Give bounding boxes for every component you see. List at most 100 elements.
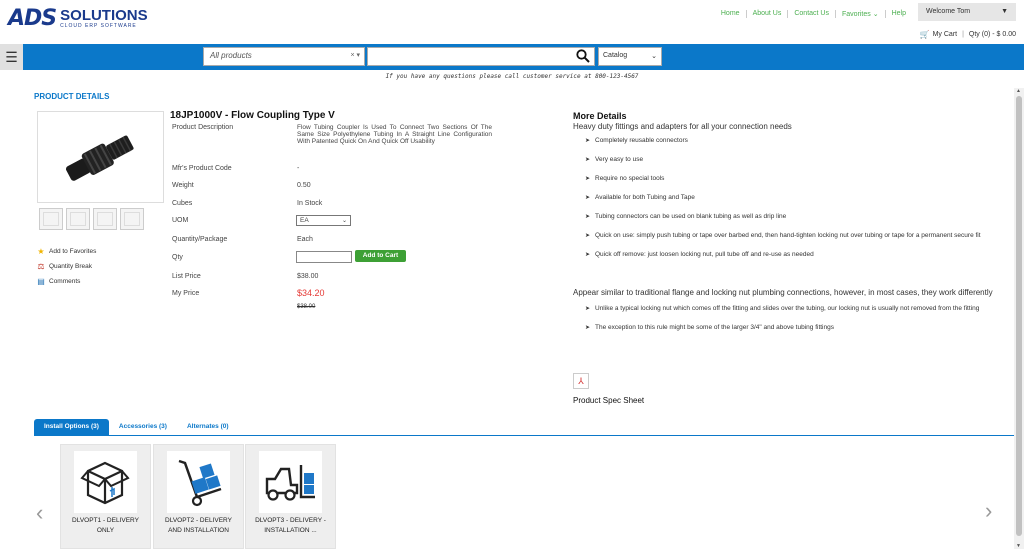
comments-link[interactable]: ▤ Comments bbox=[36, 277, 96, 286]
more-details-subtitle: Heavy duty fittings and adapters for all… bbox=[573, 122, 792, 131]
cart-summary[interactable]: 🛒 My Cart | Qty (0) - $ 0.00 bbox=[920, 30, 1016, 39]
qty-per-package-value: Each bbox=[297, 236, 313, 243]
uom-select[interactable]: EA ⌄ bbox=[296, 215, 351, 226]
chevron-down-icon: ⌄ bbox=[341, 218, 347, 224]
list-item: Tubing connectors can be used on blank t… bbox=[585, 213, 1013, 221]
search-bar: ☰ All products × ▾ Catalog ⌄ bbox=[0, 44, 1024, 70]
logo-tagline: CLOUD ERP SOFTWARE bbox=[60, 23, 137, 29]
thumbnail-strip bbox=[39, 208, 147, 230]
thumbnail-2[interactable] bbox=[66, 208, 90, 230]
nav-favorites-menu[interactable]: Favorites ⌄ bbox=[834, 10, 885, 18]
list-price-label: List Price bbox=[172, 273, 201, 280]
tab-install-options[interactable]: Install Options (3) bbox=[34, 419, 109, 435]
coupling-image bbox=[65, 135, 134, 181]
list-item: Completely reusable connectors bbox=[585, 137, 1013, 145]
hamburger-menu-icon[interactable]: ☰ bbox=[0, 44, 23, 70]
caret-down-icon: ▼ bbox=[1001, 8, 1008, 15]
list-price-value: $38.00 bbox=[297, 273, 319, 280]
scrollbar-thumb[interactable] bbox=[1016, 96, 1022, 536]
pdf-icon[interactable]: ⅄ bbox=[573, 373, 589, 389]
price-tag-icon: ⚖ bbox=[37, 262, 45, 271]
list-item: Require no special tools bbox=[585, 175, 1013, 183]
more-details-subtitle-2: Appear similar to traditional flange and… bbox=[573, 288, 993, 297]
company-logo[interactable]: ADS SOLUTIONS CLOUD ERP SOFTWARE bbox=[8, 8, 148, 30]
thumbnail-4[interactable] bbox=[120, 208, 144, 230]
qty-label: Qty bbox=[172, 254, 183, 261]
scroll-down-icon[interactable]: ▼ bbox=[1016, 543, 1021, 549]
search-icon[interactable] bbox=[576, 49, 590, 66]
clear-and-dropdown-icon[interactable]: × ▾ bbox=[350, 51, 360, 59]
stock-status: In Stock bbox=[297, 200, 323, 207]
comment-icon: ▤ bbox=[37, 277, 45, 286]
list-item: Available for both Tubing and Tape bbox=[585, 194, 1013, 202]
nav-contact-link[interactable]: Contact Us bbox=[787, 10, 835, 18]
list-item: Quick off remove: just loosen locking nu… bbox=[585, 251, 1013, 259]
more-details: More Details Heavy duty fittings and ada… bbox=[573, 111, 1013, 270]
install-option-card[interactable]: DLVOPT3 - DELIVERY - INSTALLATION ... bbox=[245, 444, 336, 549]
star-icon: ★ bbox=[37, 247, 45, 256]
logo-mark: ADS bbox=[8, 6, 57, 31]
logo-name: SOLUTIONS bbox=[60, 7, 148, 24]
cart-icon: 🛒 bbox=[919, 30, 930, 39]
thumbnail-3[interactable] bbox=[93, 208, 117, 230]
catalog-value: Catalog bbox=[603, 52, 628, 59]
cart-label[interactable]: My Cart bbox=[933, 31, 958, 38]
list-item: Very easy to use bbox=[585, 156, 1013, 164]
nav-help-link[interactable]: Help bbox=[884, 10, 912, 18]
search-input[interactable] bbox=[367, 47, 595, 66]
more-details-secondary: Appear similar to traditional flange and… bbox=[573, 288, 1013, 343]
cubes-label: Cubes bbox=[172, 200, 193, 207]
nav-about-link[interactable]: About Us bbox=[745, 10, 788, 18]
tab-accessories[interactable]: Accessories (3) bbox=[109, 419, 177, 435]
my-price-value: $34.20 bbox=[297, 288, 325, 298]
option-caption: DLVOPT2 - DELIVERY AND INSTALLATION bbox=[165, 517, 232, 534]
original-price: $38.00 bbox=[297, 304, 316, 310]
add-to-favorites-link[interactable]: ★ Add to Favorites bbox=[36, 247, 96, 256]
carousel-prev-icon[interactable]: ‹ bbox=[36, 500, 43, 526]
quantity-break-link[interactable]: ⚖ Quantity Break bbox=[36, 262, 96, 271]
option-caption: DLVOPT1 - DELIVERY ONLY bbox=[72, 517, 139, 534]
my-price-label: My Price bbox=[172, 290, 200, 297]
hand-truck-icon bbox=[167, 451, 230, 513]
nav-home-link[interactable]: Home bbox=[715, 10, 746, 18]
product-filter-select[interactable]: All products × ▾ bbox=[203, 47, 365, 66]
cart-qty: Qty (0) - $ 0.00 bbox=[968, 31, 1016, 38]
product-spec-sheet-link[interactable]: Product Spec Sheet bbox=[573, 396, 644, 405]
weight-value: 0.50 bbox=[297, 182, 311, 189]
catalog-select[interactable]: Catalog ⌄ bbox=[598, 47, 662, 66]
product-side-links: ★ Add to Favorites ⚖ Quantity Break ▤ Comme… bbox=[36, 247, 96, 292]
add-to-cart-button[interactable]: Add to Cart bbox=[355, 250, 406, 262]
customer-service-notice: If you have any questions please call cu… bbox=[385, 73, 639, 80]
tab-alternates[interactable]: Alternates (0) bbox=[177, 419, 239, 435]
install-option-card[interactable]: DLVOPT1 - DELIVERY ONLY bbox=[60, 444, 151, 549]
mfr-code-label: Mfr's Product Code bbox=[172, 165, 232, 172]
options-tabs: Install Options (3) Accessories (3) Alte… bbox=[34, 419, 1017, 436]
list-item: Unlike a typical locking nut which comes… bbox=[585, 305, 1013, 313]
product-name: 18JP1000V - Flow Coupling Type V bbox=[170, 110, 335, 121]
qty-per-package-label: Quantity/Package bbox=[172, 236, 228, 243]
weight-label: Weight bbox=[172, 182, 194, 189]
thumbnail-1[interactable] bbox=[39, 208, 63, 230]
qty-input[interactable] bbox=[296, 251, 352, 263]
list-item: Quick on use: simply push tubing or tape… bbox=[585, 232, 1013, 240]
box-icon bbox=[74, 451, 137, 513]
chevron-down-icon: ⌄ bbox=[651, 53, 657, 60]
uom-label: UOM bbox=[172, 217, 189, 224]
top-navigation: Home About Us Contact Us Favorites ⌄ Hel… bbox=[715, 10, 912, 18]
carousel-next-icon[interactable]: › bbox=[985, 498, 992, 524]
feature-list-2: Unlike a typical locking nut which comes… bbox=[585, 305, 1013, 332]
forklift-icon bbox=[259, 451, 322, 513]
product-image[interactable] bbox=[37, 111, 164, 203]
feature-list: Completely reusable connectors Very easy… bbox=[585, 137, 1013, 259]
install-option-card[interactable]: DLVOPT2 - DELIVERY AND INSTALLATION bbox=[153, 444, 244, 549]
section-title: PRODUCT DETAILS bbox=[34, 92, 110, 101]
header: ADS SOLUTIONS CLOUD ERP SOFTWARE Home Ab… bbox=[0, 0, 1024, 42]
scroll-up-icon[interactable]: ▲ bbox=[1016, 88, 1021, 94]
description-label: Product Description bbox=[172, 124, 234, 131]
page-scrollbar[interactable]: ▲ ▼ bbox=[1014, 88, 1024, 549]
option-caption: DLVOPT3 - DELIVERY - INSTALLATION ... bbox=[255, 517, 326, 534]
mfr-code-value: - bbox=[297, 165, 300, 172]
list-item: The exception to this rule might be some… bbox=[585, 324, 1013, 332]
welcome-user-dropdown[interactable]: Welcome Tom ▼ bbox=[918, 3, 1016, 21]
description-value: Flow Tubing Coupler Is Used To Connect T… bbox=[297, 124, 492, 145]
